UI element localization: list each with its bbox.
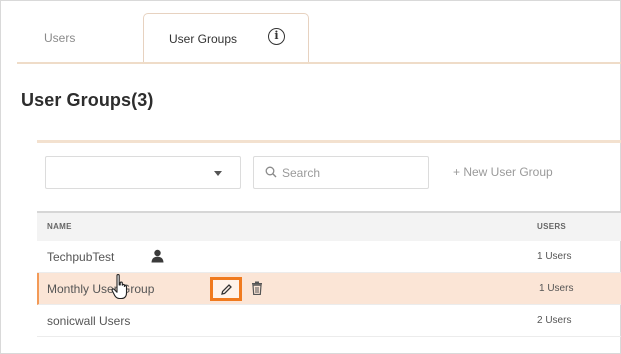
- table-header: NAME USERS: [37, 211, 621, 241]
- new-user-group-button[interactable]: + New User Group: [453, 165, 553, 179]
- tab-user-groups[interactable]: User Groups i: [143, 13, 309, 63]
- edit-icon: [221, 284, 232, 295]
- table-row[interactable]: sonicwall Users 2 Users: [37, 305, 621, 337]
- tab-bar: Users User Groups i: [17, 13, 621, 65]
- tab-divider: [17, 62, 621, 64]
- edit-button[interactable]: [210, 277, 242, 301]
- page-title: User Groups(3): [21, 90, 154, 110]
- tab-users[interactable]: Users: [44, 31, 75, 45]
- column-header-users[interactable]: USERS: [537, 222, 566, 231]
- table-row[interactable]: TechpubTest 1 Users: [37, 241, 621, 273]
- title-divider: [37, 140, 621, 143]
- tab-user-groups-label: User Groups: [169, 32, 238, 46]
- chevron-down-icon: [214, 171, 222, 176]
- user-groups-panel: Users User Groups i User Groups(3) + New…: [0, 0, 621, 354]
- group-filter-dropdown[interactable]: [45, 156, 241, 189]
- column-header-name[interactable]: NAME: [47, 222, 72, 231]
- search-box: [253, 156, 429, 189]
- delete-icon[interactable]: [251, 281, 263, 295]
- search-icon: [265, 166, 277, 178]
- group-name: TechpubTest: [47, 250, 115, 264]
- group-name: Monthly User Group: [47, 282, 155, 296]
- hand-cursor-icon: [111, 273, 128, 300]
- search-input[interactable]: [282, 163, 422, 183]
- group-name: sonicwall Users: [47, 314, 131, 328]
- info-icon[interactable]: i: [268, 28, 285, 45]
- group-user-count: 1 Users: [537, 251, 572, 262]
- group-user-count: 1 Users: [539, 283, 574, 294]
- group-user-count: 2 Users: [537, 315, 572, 326]
- user-icon: [151, 249, 164, 263]
